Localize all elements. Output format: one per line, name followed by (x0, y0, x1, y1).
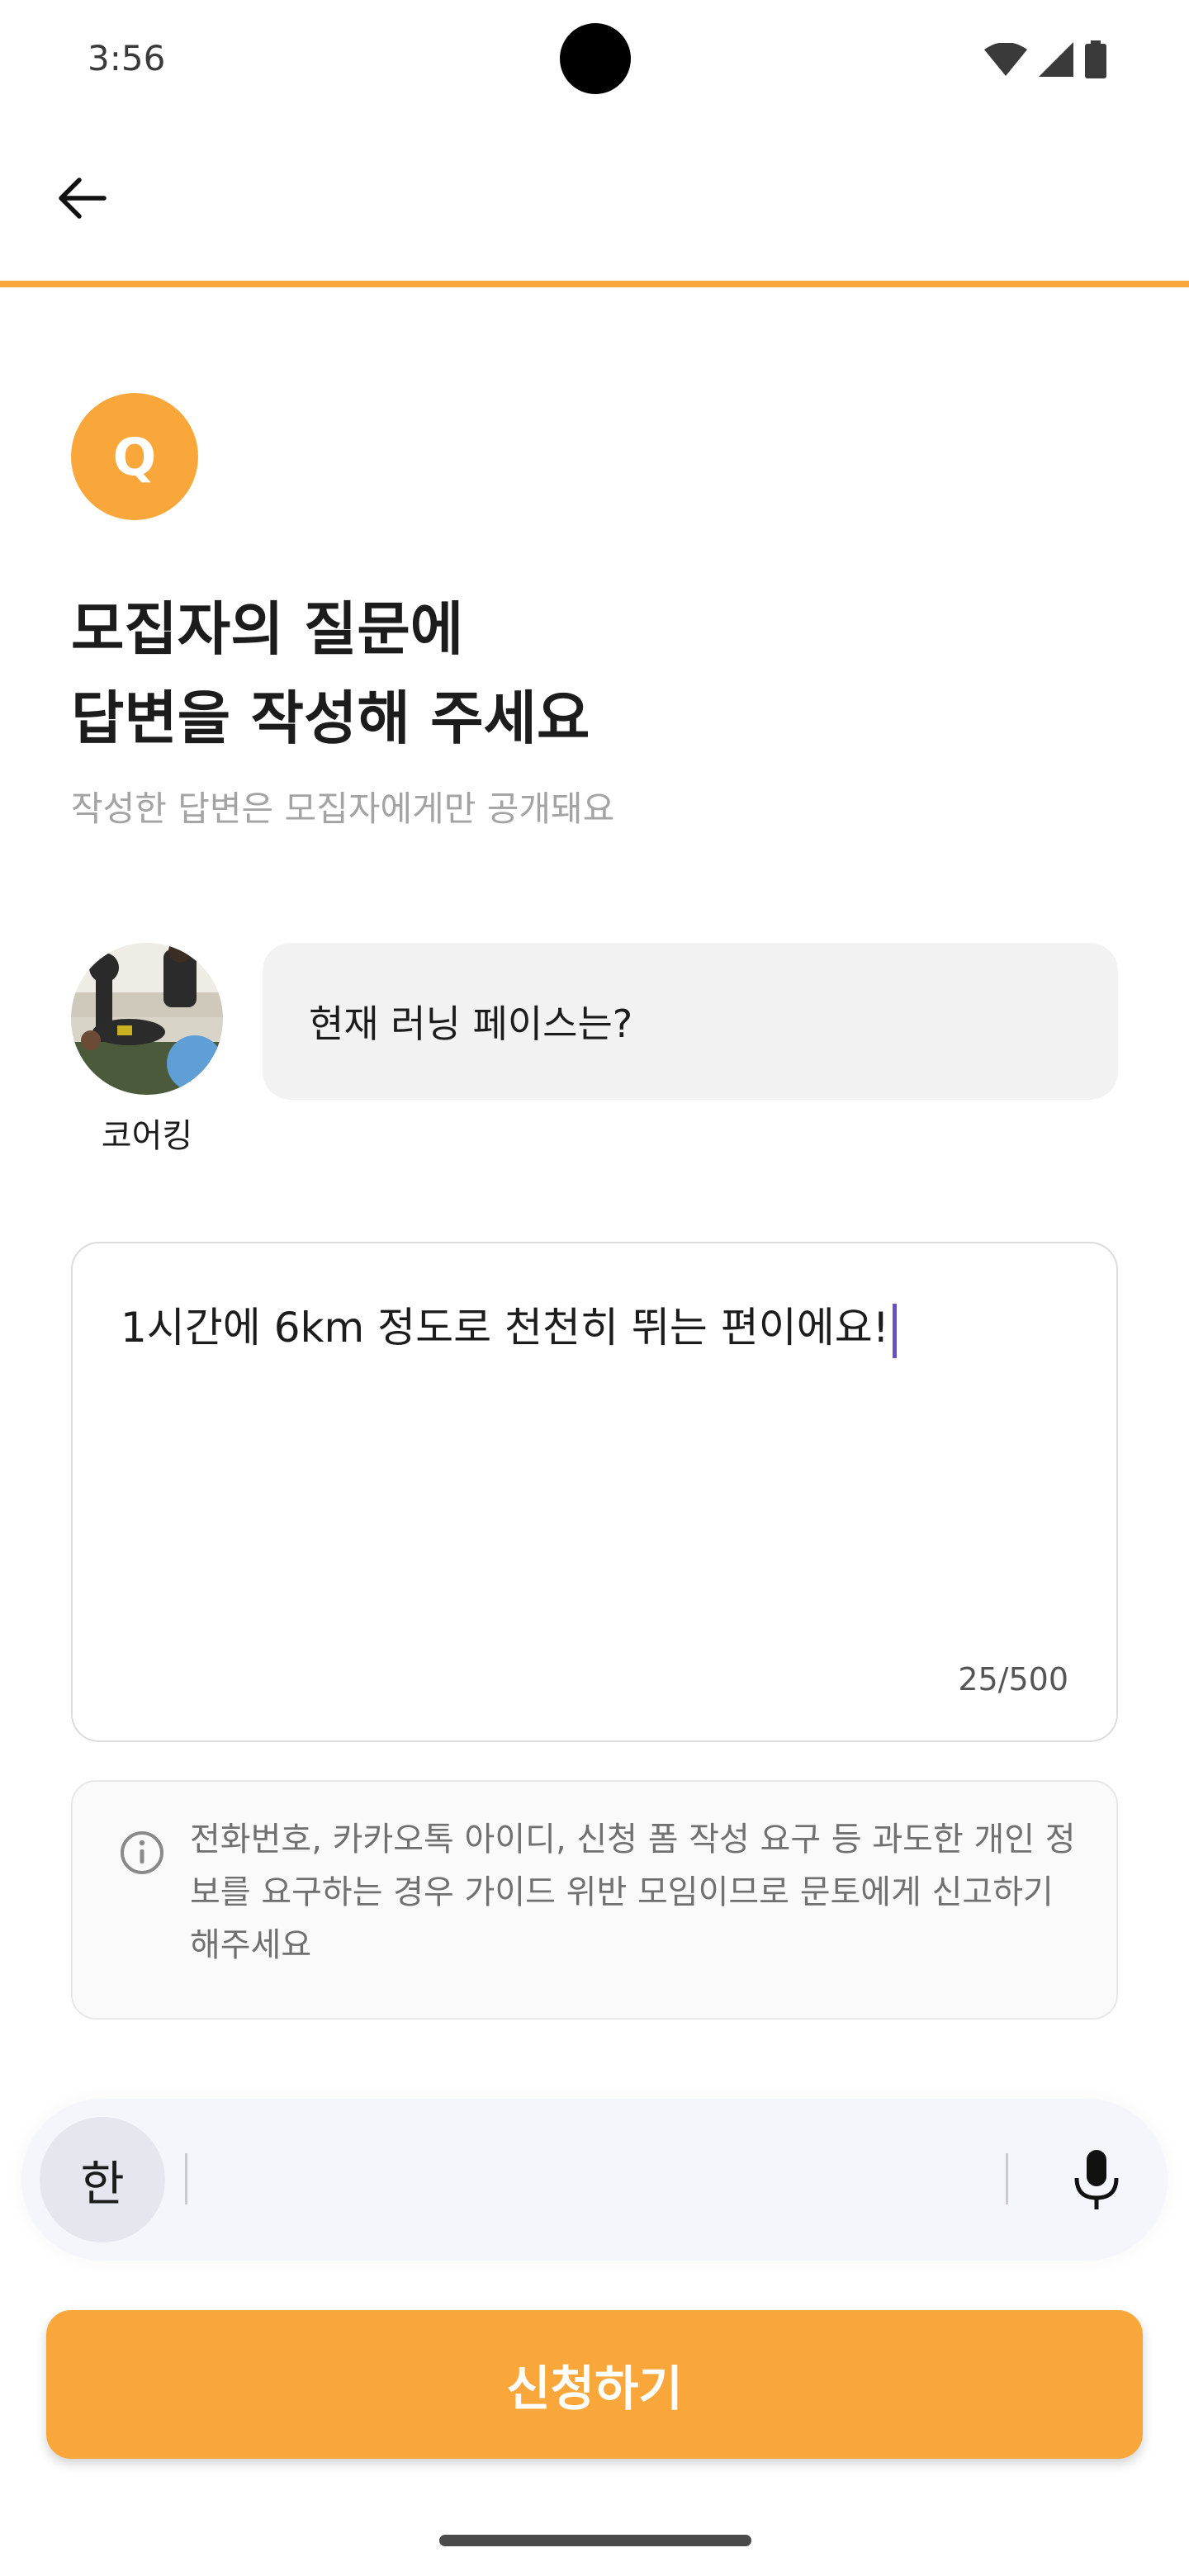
question-badge: Q (71, 393, 198, 520)
back-button[interactable] (48, 165, 114, 231)
info-icon (121, 1831, 163, 1874)
text-caret (892, 1303, 897, 1358)
status-icons (984, 40, 1106, 79)
progress-bar (0, 281, 1189, 287)
battery-icon (1085, 40, 1106, 78)
answer-value: 1시간에 6km 정도로 천천히 뛰는 편이에요! (121, 1304, 889, 1352)
answer-text-line: 1시간에 6km 정도로 천천히 뛰는 편이에요! (121, 1288, 897, 1367)
notice-box: 전화번호, 카카오톡 아이디, 신청 폼 작성 요구 등 과도한 개인 정보를 … (71, 1780, 1118, 2020)
title-line-1: 모집자의 질문에 (71, 595, 464, 663)
host-name: 코어킹 (101, 1117, 193, 1155)
wifi-icon (984, 43, 1027, 76)
answer-textarea[interactable]: 1시간에 6km 정도로 천천히 뛰는 편이에요! 25/500 (71, 1242, 1118, 1742)
camera-cutout (560, 23, 631, 94)
host-avatar (71, 943, 223, 1095)
signal-icon (1039, 42, 1073, 77)
status-time: 3:56 (88, 38, 166, 78)
page-title: 모집자의 질문에 답변을 작성해 주세요 (71, 585, 590, 763)
language-switch-key[interactable]: 한 (40, 2117, 165, 2242)
arrow-left-icon (59, 178, 107, 219)
toolbar-divider (1006, 2153, 1008, 2204)
page-subtitle: 작성한 답변은 모집자에게만 공개돼요 (71, 788, 615, 829)
toolbar-divider (185, 2153, 187, 2204)
voice-input-button[interactable] (1063, 2147, 1130, 2213)
character-counter: 25/500 (958, 1661, 1068, 1698)
notice-text: 전화번호, 카카오톡 아이디, 신청 폼 작성 요구 등 과도한 개인 정보를 … (190, 1821, 1076, 1964)
question-bubble: 현재 러닝 페이스는? (263, 943, 1118, 1100)
mic-icon (1074, 2150, 1119, 2209)
title-line-2: 답변을 작성해 주세요 (71, 684, 590, 752)
keyboard-toolbar: 한 (21, 2099, 1168, 2261)
home-indicator[interactable] (439, 2535, 751, 2546)
submit-button[interactable]: 신청하기 (46, 2310, 1143, 2459)
